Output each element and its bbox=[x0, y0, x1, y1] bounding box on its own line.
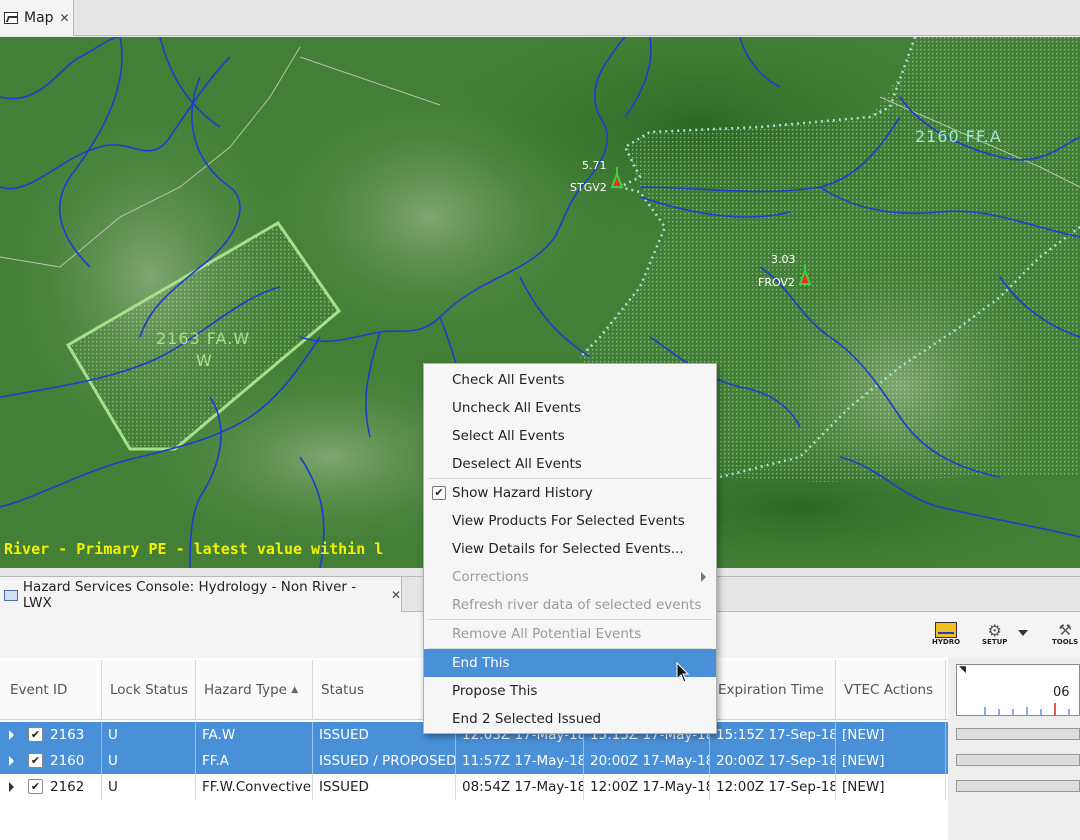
menu-item-deselect-all-events[interactable]: Deselect All Events bbox=[424, 450, 716, 478]
column-label: VTEC Actions bbox=[844, 682, 934, 698]
hazard-label-faw: 2163 FA.W bbox=[156, 329, 251, 348]
expand-arrow-icon[interactable] bbox=[9, 756, 14, 766]
column-label: Event ID bbox=[10, 682, 68, 698]
gauge-value: 5.71 bbox=[582, 159, 607, 172]
row-checkbox[interactable]: ✔ bbox=[28, 779, 43, 794]
context-menu: Check All Events Uncheck All Events Sele… bbox=[423, 363, 717, 734]
cell-lock-status: U bbox=[102, 722, 196, 748]
hazard-label-faw-line2: W bbox=[196, 351, 213, 370]
column-label: Status bbox=[321, 682, 365, 698]
timeline-event-bar[interactable] bbox=[956, 754, 1080, 766]
menu-item-propose-this[interactable]: Propose This bbox=[424, 677, 716, 705]
menu-item-end-selected-issued[interactable]: End 2 Selected Issued bbox=[424, 705, 716, 733]
tools-button[interactable]: ⚒ TOOLS bbox=[1052, 621, 1079, 652]
timeline-ticks bbox=[984, 703, 1070, 715]
chevron-down-icon bbox=[1018, 630, 1028, 636]
menu-item-select-all-events[interactable]: Select All Events bbox=[424, 422, 716, 450]
map-legend-text: River - Primary PE - latest value within… bbox=[4, 540, 384, 558]
column-header-vtec-actions[interactable]: VTEC Actions bbox=[836, 660, 946, 720]
cell-lock-status: U bbox=[102, 748, 196, 774]
cell-start-time: 11:57Z 17-May-18 bbox=[456, 748, 584, 774]
cell-vtec-actions: [NEW] bbox=[836, 748, 946, 774]
map-tab-bar: Map ✕ bbox=[0, 0, 1080, 36]
column-header-lock-status[interactable]: Lock Status bbox=[102, 660, 196, 720]
expand-arrow-icon[interactable] bbox=[9, 730, 14, 740]
map-tab-label: Map bbox=[24, 10, 54, 26]
console-icon bbox=[4, 589, 18, 601]
gear-icon: ⚙ bbox=[987, 620, 1002, 640]
gauge-id: STGV2 bbox=[570, 181, 607, 194]
cell-status: ISSUED bbox=[313, 774, 456, 800]
setup-dropdown[interactable] bbox=[1018, 630, 1028, 660]
cell-hazard-type: FA.W bbox=[196, 722, 313, 748]
gauge-id: FROV2 bbox=[758, 276, 795, 289]
cell-event-id: 2162 bbox=[44, 774, 102, 800]
console-tab[interactable]: Hazard Services Console: Hydrology - Non… bbox=[0, 577, 402, 613]
hydro-label: HYDRO bbox=[932, 638, 961, 646]
menu-item-show-hazard-history[interactable]: ✔ Show Hazard History bbox=[424, 479, 716, 507]
column-label: Expiration Time bbox=[718, 682, 824, 698]
column-label: Hazard Type bbox=[204, 682, 287, 698]
cell-expiration-time: 12:00Z 17-Sep-18 bbox=[710, 774, 836, 800]
cell-expiration-time: 15:15Z 17-Sep-18 bbox=[710, 722, 836, 748]
checkmark-icon: ✔ bbox=[432, 486, 446, 500]
menu-item-check-all-events[interactable]: Check All Events bbox=[424, 366, 716, 394]
row-checkbox[interactable]: ✔ bbox=[28, 753, 43, 768]
cell-end-time: 20:00Z 17-May-18 bbox=[584, 748, 710, 774]
close-icon[interactable]: ✕ bbox=[60, 11, 70, 25]
submenu-arrow-icon bbox=[701, 572, 706, 582]
cell-start-time: 08:54Z 17-May-18 bbox=[456, 774, 584, 800]
console-tab-label: Hazard Services Console: Hydrology - Non… bbox=[22, 579, 357, 611]
table-row[interactable]: ✔ 2160 U FF.A ISSUED / PROPOSED 11:57Z 1… bbox=[0, 748, 948, 774]
menu-item-view-details[interactable]: View Details for Selected Events... bbox=[424, 535, 716, 563]
cell-lock-status: U bbox=[102, 774, 196, 800]
column-label: Lock Status bbox=[110, 682, 189, 698]
cell-hazard-type: FF.W.Convective bbox=[196, 774, 313, 800]
column-header-expiration-time[interactable]: Expiration Time bbox=[710, 660, 836, 720]
timeline-ruler[interactable]: ◥ 06 bbox=[956, 664, 1080, 716]
cell-event-id: 2160 bbox=[44, 748, 102, 774]
column-header-event-id[interactable]: Event ID bbox=[2, 660, 102, 720]
column-header-hazard-type[interactable]: Hazard Type ▲ bbox=[196, 660, 313, 720]
cell-event-id: 2163 bbox=[44, 722, 102, 748]
cell-expiration-time: 20:00Z 17-Sep-18 bbox=[710, 748, 836, 774]
hammer-icon: ⚒ bbox=[1058, 621, 1072, 639]
hydro-button[interactable]: HYDRO bbox=[932, 622, 960, 652]
menu-item-refresh-river-data: Refresh river data of selected events bbox=[452, 597, 702, 613]
menu-item-label: Corrections bbox=[452, 569, 529, 585]
timeline-event-bar[interactable] bbox=[956, 780, 1080, 792]
map-tab[interactable]: Map ✕ bbox=[0, 0, 74, 36]
menu-item-corrections: Corrections bbox=[424, 563, 716, 591]
setup-button[interactable]: ⚙ SETUP bbox=[982, 620, 1008, 652]
close-icon[interactable]: ✕ bbox=[391, 588, 401, 602]
timeline-event-bar[interactable] bbox=[956, 728, 1080, 740]
table-row[interactable]: ✔ 2162 U FF.W.Convective ISSUED 08:54Z 1… bbox=[0, 774, 948, 800]
cell-end-time: 12:00Z 17-May-18 bbox=[584, 774, 710, 800]
timeline-panel[interactable]: ◥ 06 bbox=[948, 658, 1080, 840]
menu-item-view-products[interactable]: View Products For Selected Events bbox=[424, 507, 716, 535]
cell-hazard-type: FF.A bbox=[196, 748, 313, 774]
menu-item-uncheck-all-events[interactable]: Uncheck All Events bbox=[424, 394, 716, 422]
hazard-label-ffa: 2160 FF.A bbox=[915, 127, 1002, 146]
map-icon bbox=[4, 12, 18, 24]
row-checkbox[interactable]: ✔ bbox=[28, 727, 43, 742]
menu-item-end-this[interactable]: End This bbox=[424, 649, 716, 677]
cell-status: ISSUED / PROPOSED bbox=[313, 748, 456, 774]
cell-vtec-actions: [NEW] bbox=[836, 774, 946, 800]
hydro-icon bbox=[935, 622, 958, 638]
cell-vtec-actions: [NEW] bbox=[836, 722, 946, 748]
setup-label: SETUP bbox=[982, 638, 1008, 646]
mouse-cursor-icon bbox=[676, 662, 690, 683]
tools-label: TOOLS bbox=[1052, 638, 1079, 646]
expand-arrow-icon[interactable] bbox=[9, 782, 14, 792]
sort-ascending-icon: ▲ bbox=[291, 685, 299, 695]
menu-item-remove-potential-events: Remove All Potential Events bbox=[452, 626, 642, 642]
menu-item-label: Show Hazard History bbox=[452, 485, 593, 501]
gauge-value: 3.03 bbox=[771, 253, 796, 266]
